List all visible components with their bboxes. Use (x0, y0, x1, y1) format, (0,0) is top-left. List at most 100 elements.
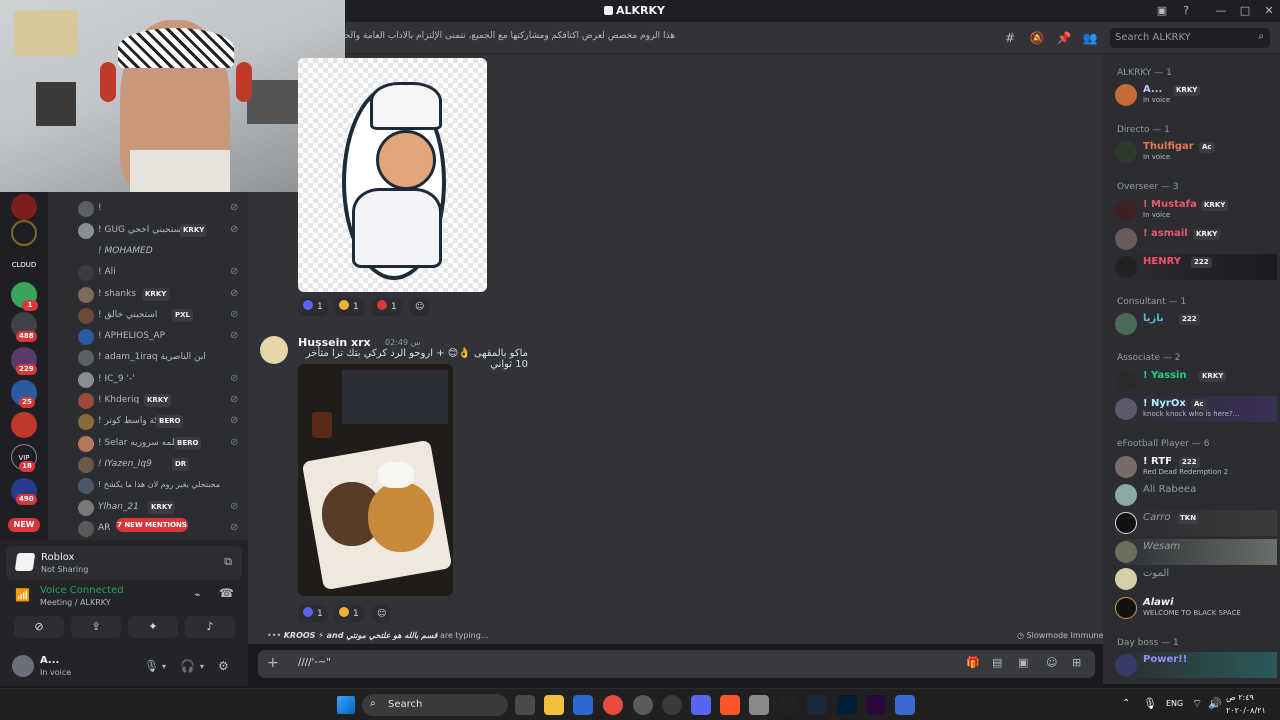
voice-user[interactable]: ! Khderiq KRKY ⊘ (76, 391, 246, 411)
activity-card[interactable]: Roblox Not Sharing ⧉ (6, 546, 242, 580)
taskbar-search[interactable]: ⌕ Search (362, 694, 508, 716)
avatar[interactable] (12, 655, 34, 677)
composer-input[interactable]: ////'-~" (298, 657, 331, 668)
emoji-icon[interactable]: ☺ (1046, 656, 1057, 669)
discord-icon[interactable] (691, 695, 711, 715)
disconnect-icon[interactable]: ☎ (219, 586, 234, 600)
sticker-icon[interactable]: ▣ (1018, 656, 1028, 669)
member-list-icon[interactable]: 👥 (1082, 30, 1098, 46)
user-name[interactable]: A... (40, 655, 59, 666)
camera-button[interactable]: ⊘ (14, 616, 64, 638)
soundboard-button[interactable]: ♪ (185, 616, 235, 638)
microphone-icon[interactable]: 🎙 (144, 659, 159, 673)
language-indicator[interactable]: ENG (1166, 699, 1183, 708)
search-input[interactable]: Search ALKRKY ⌕ (1110, 28, 1270, 48)
voice-user[interactable]: ! IYazen_Iq9 DR (76, 455, 246, 475)
task-view-icon[interactable] (515, 695, 535, 715)
settings-gear-icon[interactable]: ⚙ (218, 659, 229, 673)
tray-chevron-icon[interactable]: ⌃ (1122, 698, 1130, 709)
member[interactable]: الموت (1113, 566, 1277, 592)
add-reaction-button[interactable]: ☺ (372, 605, 392, 623)
voice-user[interactable]: Ylhan_21 KRKY ⊘ (76, 498, 246, 518)
clock-time[interactable]: ٢:٤٩ ص (1226, 693, 1254, 702)
member[interactable]: Wesam (1113, 539, 1277, 565)
steam-icon[interactable] (807, 695, 827, 715)
headphones-icon[interactable]: 🎧 (180, 659, 195, 673)
pin-icon[interactable]: 📌 (1056, 30, 1072, 46)
maximize-button[interactable]: □ (1236, 2, 1254, 20)
voice-user[interactable]: ! ⊘ (76, 199, 246, 219)
member[interactable]: ! NyrOx Ac knock knock who is here?... (1113, 396, 1277, 422)
close-button[interactable]: ✕ (1260, 2, 1278, 20)
member[interactable]: Alawi WELCOME TO BLACK SPACE (1113, 595, 1277, 621)
server-icon[interactable] (11, 194, 37, 220)
app-icon[interactable] (662, 695, 682, 715)
noise-suppression-icon[interactable]: ⌁ (194, 588, 201, 601)
chef-image-attachment[interactable] (298, 58, 487, 292)
obs-icon[interactable] (633, 695, 653, 715)
voice-user[interactable]: ! محبتحلي يغير روم لان هذا ما يكشخ (76, 476, 246, 496)
avatar[interactable] (260, 336, 288, 364)
wifi-icon[interactable]: ⌔ (1192, 697, 1202, 711)
voice-user[interactable]: ! استحبني خالق PXL ⊘ (76, 306, 246, 326)
member[interactable]: Thulfigar Ac In voice (1113, 139, 1277, 165)
signal-icon[interactable]: 📶 (15, 588, 30, 602)
brave-icon[interactable] (720, 695, 740, 715)
reaction[interactable]: 1 (298, 605, 328, 623)
reaction[interactable]: 1 (334, 605, 364, 623)
member[interactable]: ! Yassin KRKY (1113, 368, 1277, 394)
stream-icon[interactable]: ⧉ (224, 555, 232, 569)
server-icon[interactable] (11, 220, 37, 246)
minimize-button[interactable]: — (1212, 2, 1230, 20)
premiere-icon[interactable] (866, 695, 886, 715)
chevron-down-icon[interactable]: ▾ (162, 662, 166, 671)
microphone-icon[interactable]: 🎙 (1143, 697, 1157, 710)
inbox-icon[interactable]: ▣ (1153, 2, 1171, 20)
start-icon[interactable] (337, 696, 355, 714)
volume-icon[interactable]: 🔊 (1208, 697, 1222, 710)
member[interactable]: Power!! (1113, 652, 1277, 678)
chrome-icon[interactable] (603, 695, 623, 715)
voice-user[interactable]: ! APHELIOS_AP ⊘ (76, 327, 246, 347)
help-icon[interactable]: ? (1177, 2, 1195, 20)
capcut-icon[interactable] (778, 695, 798, 715)
chevron-down-icon[interactable]: ▾ (200, 662, 204, 671)
voice-user[interactable]: ! adam_1iraq ابن الناصرية (76, 348, 246, 368)
new-unreads-pill[interactable]: NEW (8, 518, 40, 532)
server-icon-cloud[interactable]: CLOUD (11, 252, 37, 278)
add-reaction-button[interactable]: ☺ (410, 298, 430, 316)
file-explorer-icon[interactable] (544, 695, 564, 715)
app-icon[interactable] (749, 695, 769, 715)
voice-user[interactable]: ! GUG استحبني اخحي KRKY ⊘ (76, 221, 246, 241)
member[interactable]: HENRY 222 (1113, 254, 1277, 280)
photo-attachment[interactable] (298, 364, 453, 596)
voice-status[interactable]: Voice Connected (40, 585, 124, 596)
message-composer[interactable]: + ////'-~" 🎁 ▤ ▣ ☺ ⊞ (258, 650, 1095, 678)
voice-user[interactable]: ! Ali ⊘ (76, 263, 246, 283)
voice-user[interactable]: ! ملكة واسط كوتر BERO ⊘ (76, 412, 246, 432)
add-attachment-icon[interactable]: + (267, 655, 279, 671)
new-mentions-pill[interactable]: 7 NEW MENTIONS (116, 518, 188, 532)
notification-bell-icon[interactable]: 🔕 (1029, 30, 1045, 46)
threads-icon[interactable]: # (1002, 30, 1018, 46)
member[interactable]: A... KRKY In voice (1113, 82, 1277, 108)
voice-user[interactable]: ! MOHAMED (76, 242, 246, 262)
voice-user[interactable]: ! Selar كلمه سروريه BERO ⊘ (76, 434, 246, 454)
member[interactable]: ! RTF 222 Red Dead Redemption 2 (1113, 454, 1277, 480)
clock-date[interactable]: ٢٠٢٠/٠٨/٢١ (1226, 706, 1266, 715)
photoshop-icon[interactable] (837, 695, 857, 715)
member[interactable]: بازيا 222 (1113, 311, 1277, 337)
voice-user[interactable]: ! IC_9 '-' ⊘ (76, 370, 246, 390)
member[interactable]: ! Mustafa KRKY In voice (1113, 197, 1277, 223)
voice-channel-path[interactable]: Meeting / ALKRKY (40, 598, 111, 607)
voice-user[interactable]: ! shanks KRKY ⊘ (76, 285, 246, 305)
member[interactable]: Ali Rabeea (1113, 482, 1277, 508)
app-icon[interactable] (895, 695, 915, 715)
screen-share-button[interactable]: ⇪ (71, 616, 121, 638)
store-icon[interactable] (573, 695, 593, 715)
activities-button[interactable]: ✦ (128, 616, 178, 638)
reaction[interactable]: 1 (298, 298, 328, 316)
apps-icon[interactable]: ⊞ (1072, 656, 1081, 669)
member[interactable]: Carro TKN (1113, 510, 1277, 536)
gift-icon[interactable]: 🎁 (966, 656, 980, 669)
